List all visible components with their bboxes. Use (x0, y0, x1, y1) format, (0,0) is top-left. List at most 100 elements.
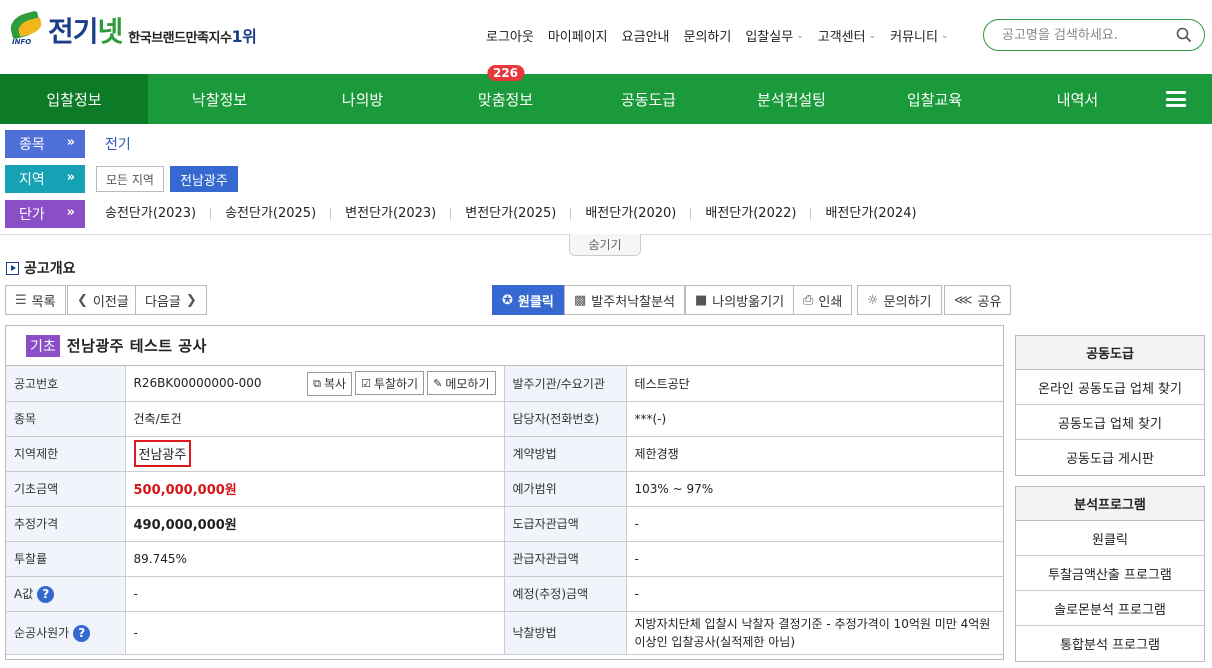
bid-button[interactable]: ☑ 투찰하기 (355, 371, 425, 395)
print-button[interactable]: ⎙ 인쇄 (793, 285, 853, 315)
filter-price-row: 단가» 송전단가(2023) 송전단가(2025) 변전단가(2023) 변전단… (5, 200, 931, 228)
copy-button[interactable]: ⧉ 복사 (307, 371, 353, 396)
table-value: 89.745% (124, 540, 505, 577)
mainnav-award-info[interactable]: 낙찰정보 (148, 74, 291, 124)
table-value: ***(-) (625, 400, 1003, 437)
topnav-inquiry[interactable]: 문의하기 (684, 26, 732, 45)
table-label: 예가범위 (503, 470, 627, 507)
sidebar-item-joint-search[interactable]: 공동도급 업체 찾기 (1016, 405, 1204, 440)
filter-region-label[interactable]: 지역» (5, 165, 85, 193)
folder-icon: ■ (695, 292, 708, 308)
award-method-value: 지방자치단체 입찰시 낙찰자 결정기준 - 추정가격이 10억원 미만 4억원 … (625, 610, 1003, 655)
notice-table: 공고번호 R26BK00000000-000 ⧉ 복사 ☑ 투찰하기 ✎ 메모하기 발주기… (6, 366, 1003, 655)
topnav-community[interactable]: 커뮤니티 ⌄ (890, 26, 948, 45)
checkbox-icon: ☑ (361, 376, 371, 390)
table-value: - (625, 540, 1003, 577)
mainnav-my-room[interactable]: 나의방 (291, 74, 434, 124)
price-tier-item[interactable]: 배전단가(2020) (571, 207, 692, 220)
mainnav-bid-info[interactable]: 입찰정보 (0, 74, 148, 124)
help-icon[interactable]: ? (73, 624, 91, 642)
table-row: 지역제한 전남광주 계약방법 제한경쟁 (6, 435, 1003, 472)
next-button[interactable]: 다음글 ❯ (135, 285, 207, 315)
notice-tag: 기초 (26, 334, 60, 357)
share-button[interactable]: ⋘ 공유 (944, 285, 1012, 315)
topnav-mypage[interactable]: 마이페이지 (548, 26, 608, 45)
chevron-down-icon: ⌄ (868, 30, 877, 41)
price-tier-item[interactable]: 송전단가(2023) (85, 207, 212, 220)
chevron-down-icon: ⌄ (940, 30, 949, 41)
topnav-bid-practice[interactable]: 입찰실무 ⌄ (745, 26, 803, 45)
mainnav-joint-contract[interactable]: 공동도급 (577, 74, 720, 124)
play-square-icon (6, 261, 19, 275)
help-icon[interactable]: ? (37, 585, 55, 603)
table-label: 계약방법 (503, 435, 627, 472)
chevron-right-icon: ❯ (185, 292, 197, 308)
table-value: - (124, 610, 505, 655)
table-label: 투찰률 (6, 540, 126, 577)
topnav-pricing[interactable]: 요금안내 (622, 26, 670, 45)
menu-hamburger-icon[interactable] (1166, 91, 1186, 107)
sidebar-item-online-joint-search[interactable]: 온라인 공동도급 업체 찾기 (1016, 370, 1204, 405)
table-value: - (625, 505, 1003, 542)
mainnav-bid-education[interactable]: 입찰교육 (863, 74, 1006, 124)
table-row: 기초금액 500,000,000원 예가범위 103% ~ 97% (6, 470, 1003, 507)
award-icon: ✪ (502, 292, 513, 308)
notice-number: R26BK00000000-000 (133, 376, 262, 391)
price-tier-item[interactable]: 변전단가(2023) (331, 207, 452, 220)
price-tier-item[interactable]: 배전단가(2024) (811, 207, 930, 220)
sidebar-item-joint-board[interactable]: 공동도급 게시판 (1016, 440, 1204, 475)
table-label: 도급자관급액 (503, 505, 627, 542)
price-tier-item[interactable]: 배전단가(2022) (691, 207, 812, 220)
filter-price-label[interactable]: 단가» (5, 200, 85, 228)
sidebar-item-bid-amount-calc[interactable]: 투찰금액산출 프로그램 (1016, 556, 1204, 591)
table-label: 추정가격 (6, 505, 126, 542)
price-tier-item[interactable]: 변전단가(2025) (451, 207, 572, 220)
estimated-price-value: 490,000,000원 (133, 518, 237, 533)
logo-title: 전기넷 (48, 15, 123, 48)
top-nav: 로그아웃 마이페이지 요금안내 문의하기 입찰실무 ⌄ 고객센터 ⌄ 커뮤니티 ⌄ (486, 26, 963, 45)
price-tier-item[interactable]: 송전단가(2025) (211, 207, 332, 220)
mainnav-custom-info[interactable]: 226 맞춤정보 (434, 65, 577, 124)
search-icon[interactable] (1176, 27, 1192, 43)
chevron-left-icon: ❮ (77, 292, 88, 308)
table-row: 추정가격 490,000,000원 도급자관급액 - (6, 505, 1003, 542)
table-label: 예정(추정)금액 (503, 575, 627, 612)
header: INFO 전기넷 한국브랜드만족지수1위 로그아웃 마이페이지 요금안내 문의하… (0, 0, 1212, 74)
table-label: 지역제한 (6, 435, 126, 472)
topnav-logout[interactable]: 로그아웃 (486, 26, 534, 45)
orderer-analysis-button[interactable]: ▩ 발주처낙찰분석 (564, 285, 686, 315)
region-restriction-value: 전남광주 (133, 440, 192, 467)
mainnav-analysis-consulting[interactable]: 분석컨설팅 (720, 74, 863, 124)
list-button[interactable]: ☰ 목록 (5, 285, 66, 315)
filter-category-label[interactable]: 종목» (5, 130, 85, 158)
region-chip-selected[interactable]: 전남광주 (169, 166, 238, 192)
table-label: A값 (14, 586, 34, 601)
region-chip-all[interactable]: 모든 지역 (96, 166, 164, 192)
table-value: - (625, 575, 1003, 612)
oneclick-button[interactable]: ✪ 원클릭 (492, 285, 564, 315)
sidebar-analysis-title: 분석프로그램 (1016, 487, 1204, 521)
filter-category-row: 종목» 전기 (5, 130, 131, 158)
table-value: 건축/토건 (124, 400, 505, 437)
search-input[interactable] (1002, 27, 1162, 43)
save-to-myroom-button[interactable]: ■ 나의방옮기기 (685, 285, 795, 315)
sidebar-joint-contract: 공동도급 온라인 공동도급 업체 찾기 공동도급 업체 찾기 공동도급 게시판 (1015, 335, 1205, 476)
table-label: 종목 (6, 400, 126, 437)
filter-category-value[interactable]: 전기 (105, 134, 131, 154)
section-title: 공고개요 (6, 258, 76, 278)
table-row: A값? - 예정(추정)금액 - (6, 575, 1003, 612)
sidebar-item-solomon-analysis[interactable]: 솔로몬분석 프로그램 (1016, 591, 1204, 626)
sidebar-item-oneclick[interactable]: 원클릭 (1016, 521, 1204, 556)
prev-button[interactable]: ❮ 이전글 (67, 285, 139, 315)
base-amount-value: 500,000,000원 (133, 483, 237, 498)
sidebar-item-integrated-analysis[interactable]: 통합분석 프로그램 (1016, 626, 1204, 661)
hide-filters-button[interactable]: 숨기기 (569, 234, 641, 256)
table-row: 공고번호 R26BK00000000-000 ⧉ 복사 ☑ 투찰하기 ✎ 메모하기 발주기… (6, 366, 1003, 402)
inquire-button[interactable]: ☼ 문의하기 (857, 285, 942, 315)
logo[interactable]: INFO 전기넷 한국브랜드만족지수1위 (7, 10, 257, 50)
logo-slogan: 한국브랜드만족지수1위 (128, 27, 257, 46)
memo-button[interactable]: ✎ 메모하기 (427, 371, 496, 395)
main-nav: 입찰정보 낙찰정보 나의방 226 맞춤정보 공동도급 분석컨설팅 입찰교육 내… (0, 65, 1212, 124)
topnav-customer-center[interactable]: 고객센터 ⌄ (818, 26, 876, 45)
mainnav-statement[interactable]: 내역서 (1006, 74, 1149, 124)
